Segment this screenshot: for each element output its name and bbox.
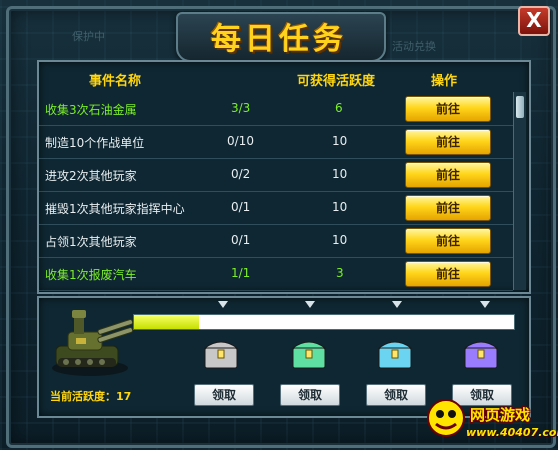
task-row: 收集3次石油金属 3/3 6 前往	[39, 92, 513, 126]
task-activity: 10	[332, 134, 348, 148]
task-row: 摧毁1次其他玩家指挥中心 0/1 10 前往	[39, 191, 513, 225]
milestone-marker-icon	[218, 301, 228, 308]
daily-task-dialog: 保护中 活动兑换 每日任务 X 事件名称 可获得活跃度 操作 收集3次石油金属 …	[0, 0, 558, 450]
header-action: 操作	[431, 74, 458, 89]
chest-icon[interactable]	[376, 334, 414, 372]
task-row: 进攻2次其他玩家 0/2 10 前往	[39, 158, 513, 192]
scrollbar-thumb[interactable]	[516, 96, 524, 118]
background-text-left: 保护中	[72, 30, 105, 43]
task-activity: 10	[332, 200, 348, 214]
task-name: 进攻2次其他玩家	[45, 169, 137, 183]
task-activity: 6	[335, 101, 343, 115]
task-list-panel: 事件名称 可获得活跃度 操作 收集3次石油金属 3/3 6 前往 制造10个作战…	[37, 60, 531, 294]
task-name: 摧毁1次其他玩家指挥中心	[45, 202, 185, 216]
task-progress: 1/1	[231, 266, 251, 280]
brand-name: 网页游戏	[470, 406, 531, 424]
chest-icon[interactable]	[290, 334, 328, 372]
go-button[interactable]: 前往	[405, 129, 491, 155]
header-task-name: 事件名称	[89, 74, 142, 89]
task-progress: 0/1	[231, 233, 251, 247]
milestone-90: 90	[388, 317, 406, 331]
milestone-30: 30	[214, 317, 232, 331]
task-row: 占领1次其他玩家 0/1 10 前往	[39, 224, 513, 258]
go-button[interactable]: 前往	[405, 96, 491, 122]
table-header: 事件名称 可获得活跃度 操作	[39, 62, 513, 92]
task-name: 制造10个作战单位	[45, 136, 145, 150]
task-progress: 0/1	[231, 200, 251, 214]
go-button[interactable]: 前往	[405, 195, 491, 221]
header-activity: 可获得活跃度	[297, 74, 376, 89]
task-activity: 10	[332, 233, 348, 247]
task-progress: 0/10	[227, 134, 254, 148]
go-button[interactable]: 前往	[405, 261, 491, 287]
claim-button[interactable]: 领取	[366, 384, 426, 406]
task-row: 收集1次报废汽车 1/1 3 前往	[39, 257, 513, 291]
go-button[interactable]: 前往	[405, 162, 491, 188]
background-text-right: 活动兑换	[392, 40, 436, 53]
current-activity-value: 17	[116, 390, 132, 403]
current-activity-label: 当前活跃度：	[50, 390, 116, 403]
task-name: 收集3次石油金属	[45, 103, 137, 117]
brand-url: www.40407.com	[466, 426, 558, 439]
milestone-marker-icon	[305, 301, 315, 308]
task-activity: 3	[336, 266, 344, 280]
tank-unit-icon	[52, 310, 134, 376]
task-progress: 0/2	[231, 167, 251, 181]
task-name: 占领1次其他玩家	[45, 235, 137, 249]
activity-progress-fill	[134, 315, 199, 329]
task-activity: 10	[332, 167, 348, 181]
milestone-marker-icon	[480, 301, 490, 308]
task-list-scrollbar[interactable]	[513, 92, 526, 290]
claim-button[interactable]: 领取	[280, 384, 340, 406]
milestone-60: 60	[301, 317, 319, 331]
chest-icon[interactable]	[202, 334, 240, 372]
task-name: 收集1次报废汽车	[45, 268, 137, 282]
current-activity: 当前活跃度：17	[50, 388, 131, 404]
dialog-title: 每日任务	[211, 22, 347, 57]
task-progress: 3/3	[231, 101, 251, 115]
milestone-100: 100	[472, 317, 498, 331]
task-row: 制造10个作战单位 0/10 10 前往	[39, 125, 513, 159]
close-button[interactable]: X	[518, 6, 550, 36]
chest-icon[interactable]	[462, 334, 500, 372]
claim-button[interactable]: 领取	[194, 384, 254, 406]
milestone-marker-icon	[392, 301, 402, 308]
go-button[interactable]: 前往	[405, 228, 491, 254]
